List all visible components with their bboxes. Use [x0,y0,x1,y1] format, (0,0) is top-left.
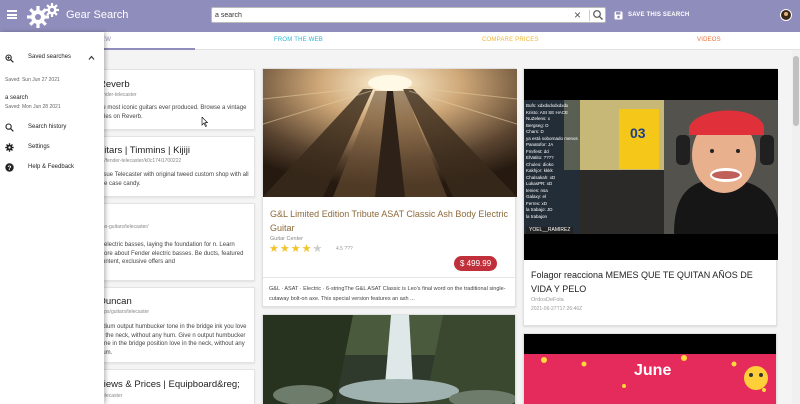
cursor-icon [201,117,208,127]
page-scrollbar[interactable] [792,50,800,404]
product-image[interactable] [263,69,517,197]
search-bar: × [211,7,606,23]
results-tabs: EW FROM THE WEB COMPARE PRICES VIDEOS [0,32,800,50]
search-history-label[interactable]: Search history [28,124,66,130]
product-description: G&L · ASAT · Electric · 6-stringThe G&L … [269,286,506,302]
help-icon: ? [5,163,14,172]
chat-overlay: Bufs: xdxdxdxdxdxdx Kristo: ASI SE HACE Nu… [526,103,578,219]
web-result-description: edium output humbucker tone in the bridg… [99,324,247,356]
settings-gear-icon [5,143,14,152]
saved-entry-date: Saved: Mon Jun 28 2021 [5,104,61,110]
search-divider [589,10,590,21]
video-caption: YOEL__RAMIREZ [526,227,574,234]
search-history-icon [5,123,14,132]
web-result-card[interactable]: Reverb fender-telecaster he most iconic … [98,69,255,130]
svg-text:?: ? [8,165,12,172]
tab-videos[interactable]: VIDEOS [697,37,721,43]
rating-count: 4.5 ??? [336,246,353,252]
clear-icon[interactable]: × [574,8,581,22]
gears-logo-icon [27,3,59,28]
price-label: $ 499.99 [460,259,492,268]
menu-icon[interactable] [7,10,17,19]
web-result-description: he most iconic guitars ever produced. Br… [99,105,247,120]
saved-searches-label[interactable]: Saved searches [28,54,71,60]
web-result-url: uno-guitars/telecaster/ [99,224,149,230]
rating-stars: ★ ★ ★ ★ ★ [269,244,322,255]
web-result-description: n electric basses, laying the foundation… [99,242,244,265]
product-store: Guitar Center [270,236,304,242]
jersey-number: 03 [630,125,646,141]
save-search-label: SAVE THIS SEARCH [628,12,690,18]
video-date: 2021-06-27T17:26:46Z [531,306,583,312]
star-icon: ★ [269,243,279,255]
saved-search-icon [5,54,14,63]
search-icon[interactable] [592,9,604,21]
active-tab-indicator [100,48,195,50]
video-card[interactable]: June [523,333,777,404]
product-card[interactable] [262,314,516,404]
help-feedback-label[interactable]: Help & Feedback [28,164,74,170]
video-title[interactable]: Folagor reacciona MEMES QUE TE QUITAN AÑ… [531,268,771,296]
web-result-url: fender-telecaster [99,92,137,98]
price-badge[interactable]: $ 499.99 [454,256,498,271]
avatar[interactable] [780,9,792,21]
web-result-url: kups/guitars/telecaster [99,309,150,315]
chevron-up-icon[interactable] [88,55,95,61]
star-icon: ★ [290,243,301,255]
web-result-title[interactable]: uitars | Timmins | Kijiji [99,145,190,156]
product-image[interactable] [263,315,516,404]
settings-label[interactable]: Settings [28,144,50,150]
save-search-button[interactable]: SAVE THIS SEARCH [614,9,689,21]
web-result-title[interactable]: views & Prices | Equipboard&reg; [99,379,240,390]
star-icon: ★ [279,243,290,255]
web-result-card[interactable]: uitars | Timmins | Kijiji ns/fender-tele… [98,136,255,197]
video-card[interactable]: Bufs: xdxdxdxdxdxdx Kristo: ASI SE HACE Nu… [523,68,778,326]
tab-compare-prices[interactable]: COMPARE PRICES [482,37,539,43]
star-icon: ★ [312,243,323,255]
star-icon: ★ [301,243,312,255]
scrollbar-thumb[interactable] [793,56,799,126]
side-drawer: Saved searches Saved: Sun Jun 27 2021 a … [0,32,104,404]
tab-from-the-web[interactable]: FROM THE WEB [274,37,323,43]
web-result-description: issue Telecaster with original tweed cus… [99,172,249,187]
saved-search-entry[interactable]: a search [5,95,28,101]
web-result-card[interactable]: views & Prices | Equipboard&reg; -teleca… [98,369,255,404]
web-result-card[interactable]: Duncan kups/guitars/telecaster edium out… [98,287,255,363]
product-title[interactable]: G&L Limited Edition Tribute ASAT Classic… [270,207,510,235]
web-result-card[interactable]: uno-guitars/telecaster/ n electric basse… [98,203,255,281]
web-result-url: ns/fender-telecaster/k0c174l1700222 [99,158,182,164]
banner-text: June [634,362,672,379]
app-header: Gear Search × SAVE THIS SEARCH [0,0,800,32]
save-icon [614,11,623,19]
divider [263,277,517,278]
product-card[interactable]: G&L Limited Edition Tribute ASAT Classic… [262,68,517,307]
video-channel[interactable]: OrdosDeFola [531,297,564,303]
search-input[interactable] [215,9,565,22]
video-thumbnail[interactable]: Bufs: xdxdxdxdxdxdx Kristo: ASI SE HACE Nu… [524,69,778,260]
app-title: Gear Search [66,9,129,21]
saved-date: Saved: Sun Jun 27 2021 [5,77,60,83]
